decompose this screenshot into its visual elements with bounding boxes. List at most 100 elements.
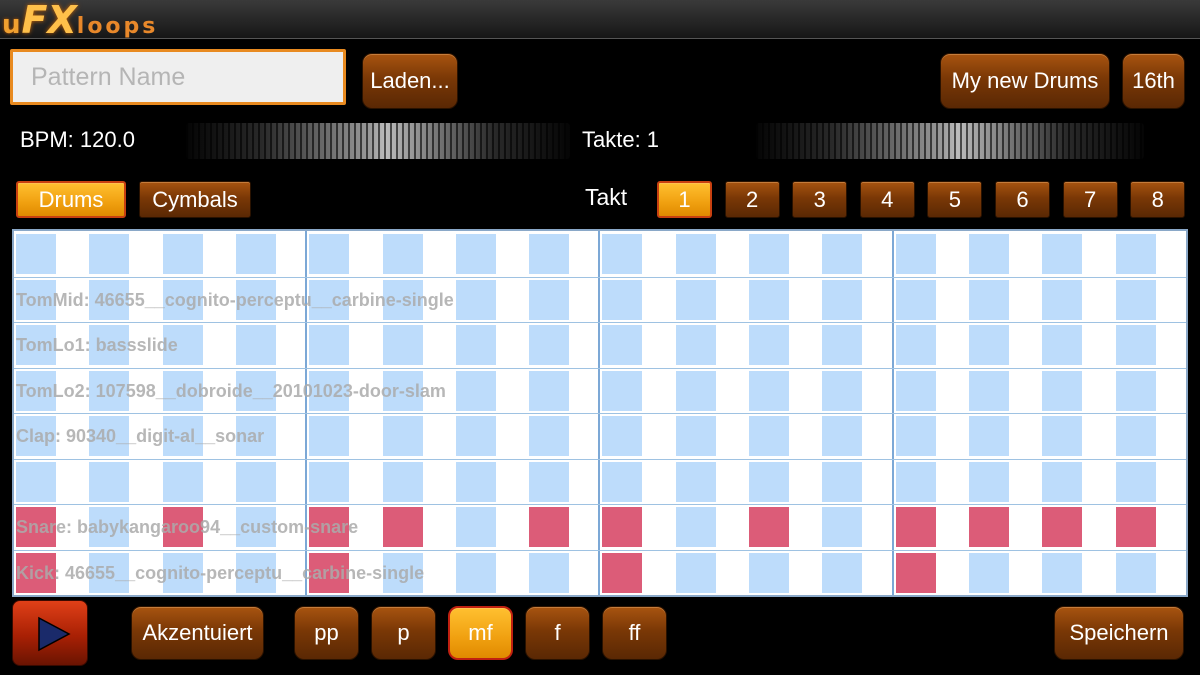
- step-cell-active[interactable]: [749, 507, 789, 547]
- step-cell[interactable]: [822, 416, 863, 456]
- step-cell[interactable]: [162, 461, 203, 502]
- step-cell[interactable]: [749, 234, 789, 274]
- step-cell[interactable]: [895, 325, 936, 365]
- step-cell-active[interactable]: [968, 507, 1009, 547]
- step-cell[interactable]: [235, 234, 276, 274]
- step-cell[interactable]: [675, 279, 716, 320]
- step-cell[interactable]: [16, 461, 56, 502]
- step-cell[interactable]: [675, 552, 716, 593]
- step-cell[interactable]: [455, 552, 496, 593]
- step-cell-active[interactable]: [309, 552, 350, 593]
- step-cell[interactable]: [89, 507, 130, 547]
- step-cell[interactable]: [529, 461, 570, 502]
- step-cell[interactable]: [382, 325, 423, 365]
- step-cell[interactable]: [749, 325, 789, 365]
- step-cell[interactable]: [89, 416, 130, 456]
- kit-select-button[interactable]: My new Drums: [940, 53, 1110, 109]
- step-cell[interactable]: [162, 552, 203, 593]
- step-cell[interactable]: [309, 416, 350, 456]
- step-cell[interactable]: [235, 461, 276, 502]
- load-button[interactable]: Laden...: [362, 53, 458, 109]
- accent-button[interactable]: Akzentuiert: [131, 606, 264, 660]
- step-cell[interactable]: [968, 461, 1009, 502]
- bar-button-7[interactable]: 7: [1062, 181, 1118, 218]
- step-cell[interactable]: [968, 416, 1009, 456]
- step-cell[interactable]: [162, 370, 203, 411]
- step-cell[interactable]: [1115, 461, 1156, 502]
- step-cell[interactable]: [16, 234, 56, 274]
- step-cell[interactable]: [602, 234, 643, 274]
- step-cell[interactable]: [602, 370, 643, 411]
- step-cell-active[interactable]: [162, 507, 203, 547]
- step-cell[interactable]: [968, 552, 1009, 593]
- step-cell[interactable]: [382, 416, 423, 456]
- step-cell[interactable]: [89, 461, 130, 502]
- step-cell[interactable]: [455, 461, 496, 502]
- step-cell[interactable]: [895, 234, 936, 274]
- step-cell[interactable]: [309, 279, 350, 320]
- step-cell[interactable]: [235, 370, 276, 411]
- step-cell[interactable]: [675, 416, 716, 456]
- tab-drums[interactable]: Drums: [16, 181, 126, 218]
- bar-button-4[interactable]: 4: [859, 181, 915, 218]
- step-cell-active[interactable]: [309, 507, 350, 547]
- step-cell[interactable]: [89, 325, 130, 365]
- resolution-button[interactable]: 16th: [1122, 53, 1185, 109]
- step-cell[interactable]: [235, 416, 276, 456]
- bar-button-1[interactable]: 1: [657, 181, 712, 218]
- pattern-name-input[interactable]: [10, 49, 346, 105]
- dynamic-button-pp[interactable]: pp: [294, 606, 359, 660]
- step-cell[interactable]: [16, 370, 56, 411]
- step-cell[interactable]: [1042, 279, 1083, 320]
- dynamic-button-p[interactable]: p: [371, 606, 436, 660]
- dynamic-button-mf[interactable]: mf: [448, 606, 513, 660]
- step-cell[interactable]: [895, 279, 936, 320]
- step-cell[interactable]: [309, 461, 350, 502]
- step-cell[interactable]: [822, 552, 863, 593]
- step-cell[interactable]: [235, 325, 276, 365]
- step-cell[interactable]: [235, 552, 276, 593]
- step-cell-active[interactable]: [895, 552, 936, 593]
- step-cell[interactable]: [382, 461, 423, 502]
- bar-button-3[interactable]: 3: [792, 181, 848, 218]
- step-cell[interactable]: [382, 234, 423, 274]
- step-cell[interactable]: [382, 552, 423, 593]
- step-cell[interactable]: [675, 234, 716, 274]
- step-cell[interactable]: [822, 507, 863, 547]
- step-cell[interactable]: [602, 416, 643, 456]
- step-cell[interactable]: [1115, 416, 1156, 456]
- step-cell[interactable]: [309, 325, 350, 365]
- step-cell-active[interactable]: [382, 507, 423, 547]
- step-cell[interactable]: [1042, 416, 1083, 456]
- step-cell[interactable]: [1042, 370, 1083, 411]
- step-cell[interactable]: [455, 279, 496, 320]
- step-cell[interactable]: [455, 325, 496, 365]
- bars-wheel-slider[interactable]: [756, 123, 1144, 159]
- step-cell[interactable]: [822, 234, 863, 274]
- step-cell[interactable]: [162, 325, 203, 365]
- step-cell[interactable]: [1115, 234, 1156, 274]
- step-cell[interactable]: [235, 507, 276, 547]
- step-cell[interactable]: [1115, 279, 1156, 320]
- dynamic-button-ff[interactable]: ff: [602, 606, 667, 660]
- bpm-wheel-slider[interactable]: [186, 123, 570, 159]
- step-cell[interactable]: [16, 325, 56, 365]
- step-cell-active[interactable]: [1115, 507, 1156, 547]
- step-cell[interactable]: [162, 416, 203, 456]
- step-cell[interactable]: [675, 370, 716, 411]
- step-cell[interactable]: [895, 416, 936, 456]
- step-cell[interactable]: [1115, 552, 1156, 593]
- step-cell[interactable]: [749, 279, 789, 320]
- step-cell[interactable]: [529, 416, 570, 456]
- step-cell[interactable]: [602, 461, 643, 502]
- step-cell[interactable]: [162, 234, 203, 274]
- step-cell[interactable]: [749, 370, 789, 411]
- step-cell[interactable]: [895, 461, 936, 502]
- step-cell[interactable]: [529, 325, 570, 365]
- step-cell-active[interactable]: [602, 552, 643, 593]
- step-cell[interactable]: [822, 461, 863, 502]
- step-cell[interactable]: [749, 552, 789, 593]
- step-cell[interactable]: [675, 507, 716, 547]
- step-cell[interactable]: [1115, 325, 1156, 365]
- step-cell[interactable]: [455, 507, 496, 547]
